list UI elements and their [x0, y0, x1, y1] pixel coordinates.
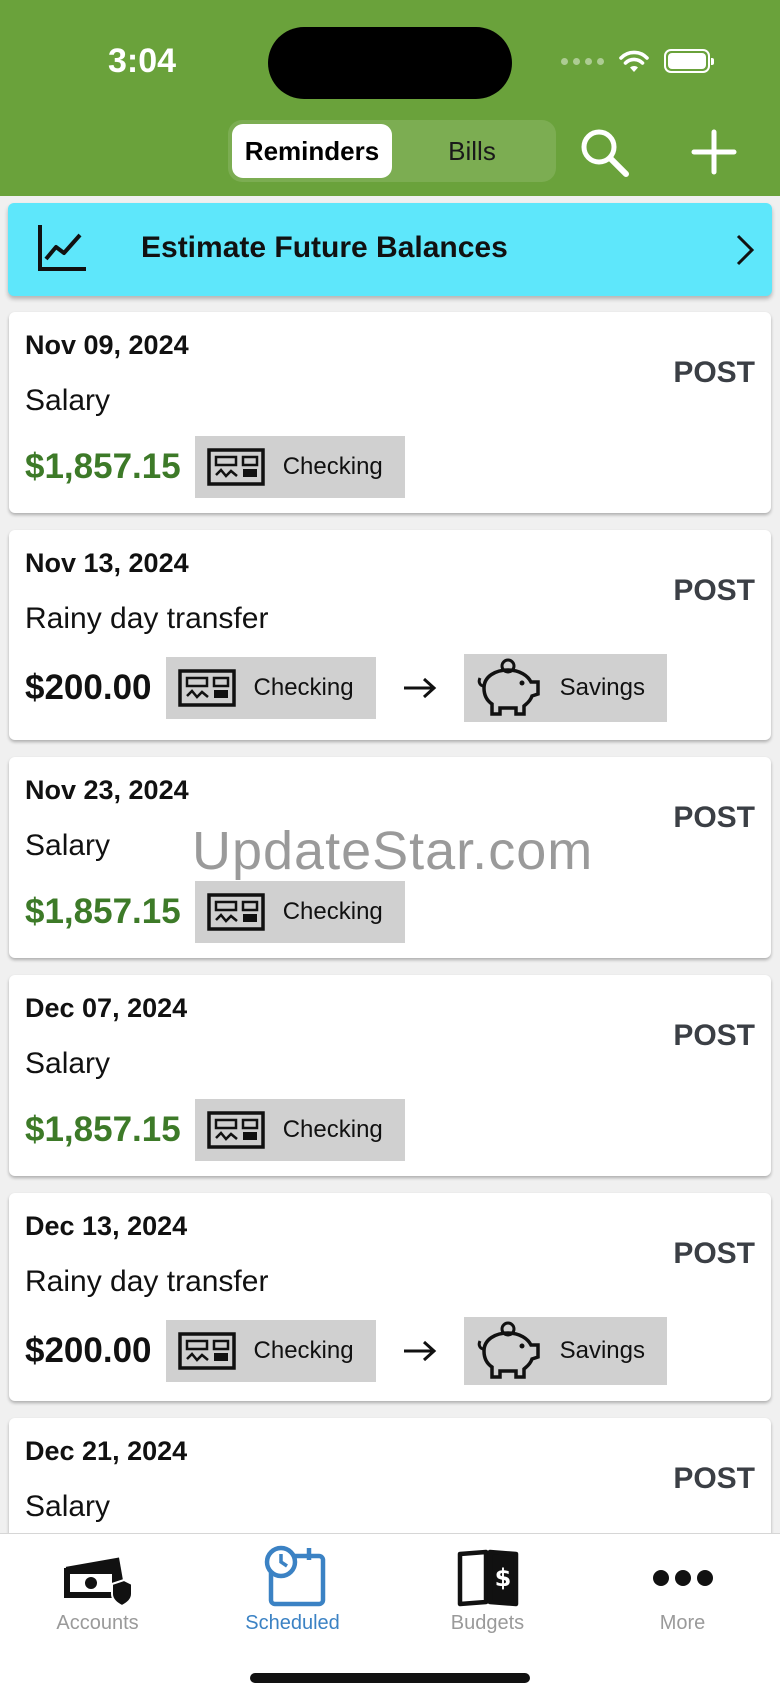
scheduled-item-card[interactable]: Dec 13, 2024 POST Rainy day transfer $20… [9, 1193, 771, 1401]
arrow-right-icon [402, 1339, 438, 1363]
item-title: Rainy day transfer [25, 1265, 269, 1298]
scheduled-item-card[interactable]: Dec 07, 2024 POST Salary $1,857.15 Check… [9, 975, 771, 1176]
tab-scheduled[interactable]: Scheduled [195, 1544, 390, 1635]
cellular-signal-icon [561, 57, 604, 65]
checking-card-icon [206, 893, 265, 931]
app-header: 3:04 Reminders Bills [0, 0, 780, 196]
tab-label: Accounts [56, 1612, 139, 1634]
view-segmented-control: Reminders Bills [228, 120, 556, 182]
account-chip-checking: Checking [165, 657, 376, 719]
item-amount: $1,857.15 [25, 1110, 181, 1149]
item-title: Salary [25, 1490, 111, 1523]
item-date: Nov 09, 2024 [25, 330, 189, 360]
post-button[interactable]: POST [673, 574, 755, 608]
battery-icon [664, 49, 714, 73]
account-chip-savings: Savings [463, 1317, 667, 1385]
account-label: Checking [282, 898, 383, 925]
item-title: Rainy day transfer [25, 602, 269, 635]
home-indicator [250, 1673, 530, 1683]
plus-icon[interactable] [684, 122, 744, 182]
item-date: Nov 13, 2024 [25, 548, 189, 578]
estimate-label: Estimate Future Balances [141, 231, 508, 264]
checking-card-icon [206, 448, 265, 486]
tab-label: Scheduled [245, 1612, 340, 1634]
item-title: Salary [25, 384, 111, 417]
item-amount: $1,857.15 [25, 447, 181, 486]
wifi-icon [619, 50, 649, 72]
status-icons [561, 46, 714, 76]
item-date: Dec 13, 2024 [25, 1211, 188, 1241]
segment-reminders[interactable]: Reminders [232, 124, 392, 178]
item-amount: $200.00 [25, 1331, 152, 1370]
post-button[interactable]: POST [673, 801, 755, 835]
calendar-clock-icon [264, 1545, 325, 1607]
account-chip-checking: Checking [194, 881, 405, 943]
bottom-tab-bar: Accounts Scheduled $ Budgets More [0, 1533, 780, 1696]
item-amount: $200.00 [25, 668, 152, 707]
account-chip-savings: Savings [463, 654, 667, 722]
arrow-right-icon [402, 676, 438, 700]
item-amount: $1,857.15 [25, 892, 181, 931]
account-label: Checking [253, 674, 354, 701]
dynamic-island [268, 27, 512, 99]
item-date: Dec 07, 2024 [25, 993, 188, 1023]
account-label: Checking [282, 1116, 383, 1143]
scheduled-item-card[interactable]: Nov 13, 2024 POST Rainy day transfer $20… [9, 530, 771, 740]
piggy-bank-icon [477, 658, 540, 716]
item-date: Nov 23, 2024 [25, 775, 189, 805]
svg-text:$: $ [494, 1564, 511, 1592]
account-label: Savings [559, 1337, 645, 1364]
chevron-right-icon [736, 234, 755, 266]
budget-book-icon: $ [457, 1549, 518, 1607]
account-chip-checking: Checking [165, 1320, 376, 1382]
checking-card-icon [206, 1111, 265, 1149]
line-chart-icon [38, 225, 86, 271]
scheduled-item-card[interactable]: Nov 09, 2024 POST Salary $1,857.15 Check… [9, 312, 771, 513]
status-time: 3:04 [108, 42, 177, 80]
post-button[interactable]: POST [673, 1237, 755, 1271]
item-date: Dec 21, 2024 [25, 1436, 188, 1466]
more-icon [652, 1570, 713, 1586]
tab-accounts[interactable]: Accounts [0, 1544, 195, 1635]
account-label: Checking [253, 1337, 354, 1364]
tab-budgets[interactable]: $ Budgets [390, 1544, 585, 1635]
account-label: Checking [282, 453, 383, 480]
account-chip-checking: Checking [194, 436, 405, 498]
tab-more[interactable]: More [585, 1544, 780, 1635]
post-button[interactable]: POST [673, 1462, 755, 1496]
watermark: UpdateStar.com [192, 821, 594, 881]
accounts-icon [63, 1557, 133, 1608]
tab-label: More [659, 1612, 706, 1634]
post-button[interactable]: POST [673, 1019, 755, 1053]
piggy-bank-icon [477, 1321, 540, 1379]
checking-card-icon [177, 669, 236, 707]
checking-card-icon [177, 1332, 236, 1370]
tab-label: Budgets [450, 1612, 525, 1634]
estimate-future-balances-button[interactable]: Estimate Future Balances [8, 203, 772, 296]
search-icon[interactable] [574, 122, 634, 182]
account-chip-checking: Checking [194, 1099, 405, 1161]
item-title: Salary [25, 829, 111, 862]
segment-bills[interactable]: Bills [392, 124, 552, 178]
item-title: Salary [25, 1047, 111, 1080]
account-label: Savings [559, 674, 645, 701]
post-button[interactable]: POST [673, 356, 755, 390]
